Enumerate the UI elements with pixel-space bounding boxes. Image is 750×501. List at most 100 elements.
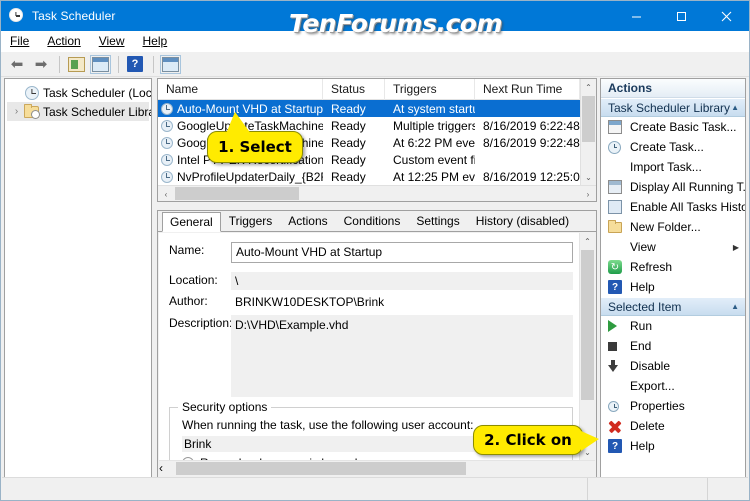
scroll-right-icon[interactable]: ›: [580, 186, 596, 201]
task-status-cell: Ready: [331, 101, 366, 116]
name-field-value[interactable]: Auto-Mount VHD at Startup: [231, 242, 573, 263]
task-status-cell: Ready: [331, 169, 366, 184]
tab-conditions[interactable]: Conditions: [335, 211, 409, 231]
task-scheduler-clock-icon: [9, 8, 25, 24]
maximize-button[interactable]: [659, 1, 704, 31]
horizontal-splitter[interactable]: [157, 202, 597, 210]
description-field-label: Description:: [169, 316, 233, 330]
action-label: Help: [630, 280, 655, 294]
help-button[interactable]: ?: [124, 54, 146, 75]
back-button[interactable]: ⬅: [6, 54, 28, 75]
forward-button[interactable]: ➡: [30, 54, 52, 75]
scroll-down-icon[interactable]: ⌄: [581, 169, 596, 185]
task-status-cell: Ready: [331, 152, 366, 167]
task-list-horizontal-scrollbar[interactable]: ‹ ›: [158, 185, 596, 201]
new-folder-icon: [608, 219, 630, 233]
action-label: Display All Running T...: [630, 180, 746, 194]
table-row[interactable]: Auto-Mount VHD at Startup Ready At syste…: [158, 100, 596, 117]
task-triggers-cell: At 6:22 PM every...: [393, 135, 475, 150]
scroll-up-icon[interactable]: ⌃: [581, 79, 596, 95]
action-display-all-running-tasks[interactable]: Display All Running T...: [601, 177, 745, 197]
action-enable-all-tasks-history[interactable]: Enable All Tasks History: [601, 197, 745, 217]
show-hide-console-tree-button[interactable]: [65, 54, 87, 75]
details-horizontal-scrollbar[interactable]: ‹ ›: [159, 460, 595, 477]
console-tree-pane: Task Scheduler (Local) › Task Scheduler …: [4, 78, 152, 478]
details-vertical-scrollbar[interactable]: ⌃ ⌄: [579, 233, 595, 460]
task-clock-icon: [161, 170, 173, 183]
action-end[interactable]: End: [601, 336, 745, 356]
action-label: End: [630, 339, 652, 353]
task-clock-icon: [161, 119, 173, 132]
task-status-cell: Ready: [331, 118, 366, 133]
show-hide-action-pane-button[interactable]: [159, 54, 181, 75]
action-delete[interactable]: Delete: [601, 416, 745, 436]
task-clock-icon: [161, 153, 173, 166]
table-row[interactable]: NvProfileUpdaterDaily_{B2FE1... Ready At…: [158, 168, 596, 185]
action-label: Export...: [630, 379, 675, 393]
chevron-right-icon[interactable]: ›: [10, 106, 23, 117]
task-triggers-cell: At 12:25 PM ever...: [393, 169, 475, 184]
action-label: Create Task...: [630, 140, 704, 154]
column-header-next-run-time[interactable]: Next Run Time: [475, 79, 580, 100]
action-import-task[interactable]: Import Task...: [601, 157, 745, 177]
column-header-triggers[interactable]: Triggers: [385, 79, 475, 100]
action-properties[interactable]: Properties: [601, 396, 745, 416]
scroll-thumb[interactable]: [582, 96, 595, 142]
tree-item-task-scheduler-local[interactable]: Task Scheduler (Local): [7, 83, 151, 102]
action-help-selected[interactable]: ? Help: [601, 436, 745, 456]
action-new-folder[interactable]: New Folder...: [601, 217, 745, 237]
collapse-caret-icon[interactable]: ▲: [731, 103, 739, 112]
scroll-thumb[interactable]: [581, 250, 594, 400]
scroll-up-icon[interactable]: ⌃: [580, 233, 595, 249]
collapse-caret-icon[interactable]: ▲: [731, 302, 739, 311]
menu-action[interactable]: Action: [38, 33, 89, 49]
column-header-name[interactable]: Name: [158, 79, 323, 100]
description-field-value[interactable]: D:\VHD\Example.vhd: [231, 315, 573, 397]
folder-clock-icon: [23, 103, 40, 119]
menu-view[interactable]: View: [90, 33, 134, 49]
action-create-basic-task[interactable]: Create Basic Task...: [601, 117, 745, 137]
toolbar-separator-2: [118, 55, 119, 73]
create-basic-task-icon: [608, 120, 630, 134]
section-header-task-scheduler-library[interactable]: Task Scheduler Library ▲: [601, 98, 745, 117]
create-task-icon: [608, 140, 630, 154]
action-label: Properties: [630, 399, 685, 413]
task-list-vertical-scrollbar[interactable]: ⌃ ⌄: [580, 79, 596, 185]
tab-actions[interactable]: Actions: [280, 211, 336, 231]
menu-help[interactable]: Help: [134, 33, 177, 49]
action-label: Help: [630, 439, 655, 453]
minimize-button[interactable]: [614, 1, 659, 31]
action-disable[interactable]: Disable: [601, 356, 745, 376]
tree-item-task-scheduler-library[interactable]: › Task Scheduler Library: [7, 102, 151, 121]
scroll-left-icon[interactable]: ‹: [158, 186, 174, 201]
name-field-label: Name:: [169, 243, 205, 257]
column-header-status[interactable]: Status: [323, 79, 385, 100]
action-export[interactable]: Export...: [601, 376, 745, 396]
chevron-right-icon[interactable]: ▶: [733, 243, 745, 252]
status-bar-section-right: [708, 478, 748, 500]
window-controls: [614, 1, 749, 31]
tab-general[interactable]: General: [162, 212, 221, 232]
task-list-header: Name Status Triggers Next Run Time: [158, 79, 596, 100]
section-header-selected-item[interactable]: Selected Item ▲: [601, 297, 745, 316]
scroll-thumb-horizontal[interactable]: [176, 462, 466, 475]
task-clock-icon: [161, 136, 173, 149]
location-field-label: Location:: [169, 273, 218, 287]
action-label: Refresh: [630, 260, 673, 274]
properties-button[interactable]: [89, 54, 111, 75]
details-tabstrip: General Triggers Actions Conditions Sett…: [158, 211, 596, 232]
close-button[interactable]: [704, 1, 749, 31]
run-icon: [608, 320, 630, 332]
task-status-cell: Ready: [331, 135, 366, 150]
action-refresh[interactable]: ↻ Refresh: [601, 257, 745, 277]
tab-settings[interactable]: Settings: [408, 211, 468, 231]
tab-history[interactable]: History (disabled): [467, 211, 578, 231]
action-view[interactable]: View ▶: [601, 237, 745, 257]
task-triggers-cell: At system startup: [393, 101, 475, 116]
action-run[interactable]: Run: [601, 316, 745, 336]
action-create-task[interactable]: Create Task...: [601, 137, 745, 157]
action-help-library[interactable]: ? Help: [601, 277, 745, 297]
tab-triggers[interactable]: Triggers: [220, 211, 281, 231]
menu-file[interactable]: File: [1, 33, 38, 49]
scroll-thumb-horizontal[interactable]: [175, 187, 299, 200]
